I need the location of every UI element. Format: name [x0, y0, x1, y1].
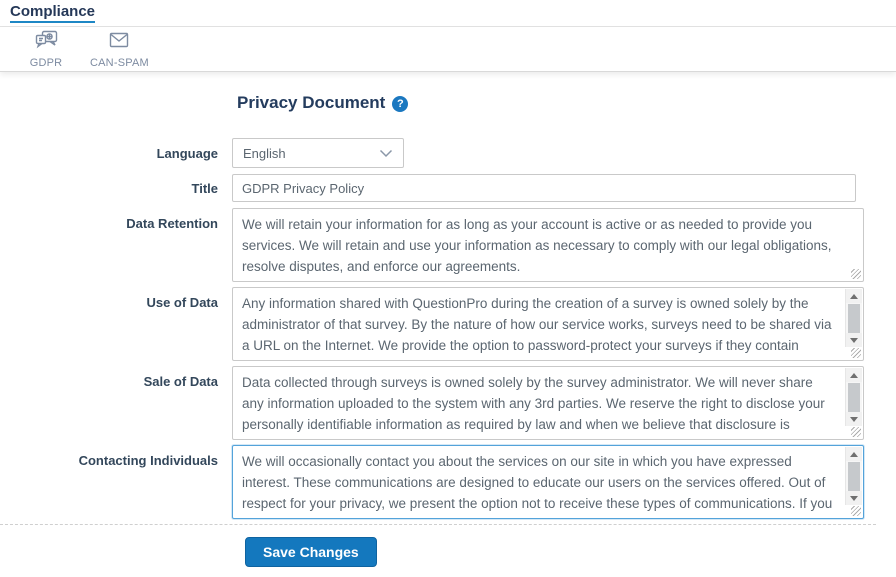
- language-selected-value: English: [243, 146, 286, 161]
- scroll-down-button[interactable]: [846, 412, 862, 426]
- use-of-data-field: Any information shared with QuestionPro …: [232, 287, 864, 361]
- data-retention-row: Data Retention We will retain your infor…: [0, 208, 896, 282]
- privacy-document-form: Language English Title Data Retention We…: [0, 138, 896, 519]
- page-title-row: Privacy Document ?: [237, 93, 896, 113]
- title-row: Title: [0, 174, 896, 202]
- resize-grip-icon[interactable]: [851, 269, 861, 279]
- tab-gdpr[interactable]: GDPR: [24, 30, 68, 69]
- textarea-scrollbar[interactable]: [845, 289, 862, 347]
- arrow-up-icon: [850, 294, 858, 299]
- resize-grip-icon[interactable]: [851, 348, 861, 358]
- tab-can-spam-label: CAN-SPAM: [90, 57, 149, 69]
- contacting-individuals-textarea[interactable]: We will occasionally contact you about t…: [233, 446, 863, 518]
- breadcrumb-bar: Compliance: [0, 0, 896, 27]
- contacting-individuals-row: Contacting Individuals We will occasiona…: [0, 445, 896, 519]
- data-retention-textarea[interactable]: We will retain your information for as l…: [233, 209, 863, 281]
- language-select[interactable]: English: [232, 138, 404, 168]
- arrow-up-icon: [850, 373, 858, 378]
- save-changes-button[interactable]: Save Changes: [245, 537, 377, 567]
- contacting-individuals-label: Contacting Individuals: [0, 445, 232, 519]
- language-row: Language English: [0, 138, 896, 168]
- help-icon[interactable]: ?: [392, 96, 408, 112]
- chevron-down-icon: [379, 146, 393, 161]
- compliance-link[interactable]: Compliance: [10, 3, 95, 23]
- tab-gdpr-label: GDPR: [30, 57, 63, 69]
- envelope-icon: [107, 30, 131, 55]
- scroll-down-button[interactable]: [846, 333, 862, 347]
- sale-of-data-label: Sale of Data: [0, 366, 232, 440]
- title-input[interactable]: [232, 174, 856, 202]
- arrow-down-icon: [850, 496, 858, 501]
- arrow-up-icon: [850, 452, 858, 457]
- scroll-down-button[interactable]: [846, 491, 862, 505]
- data-retention-field: We will retain your information for as l…: [232, 208, 864, 282]
- use-of-data-row: Use of Data Any information shared with …: [0, 287, 896, 361]
- resize-grip-icon[interactable]: [851, 506, 861, 516]
- page-title: Privacy Document: [237, 93, 385, 113]
- sale-of-data-field: Data collected through surveys is owned …: [232, 366, 864, 440]
- scroll-thumb[interactable]: [848, 383, 860, 412]
- scroll-up-button[interactable]: [846, 447, 862, 461]
- textarea-scrollbar[interactable]: [845, 447, 862, 505]
- sale-of-data-row: Sale of Data Data collected through surv…: [0, 366, 896, 440]
- use-of-data-label: Use of Data: [0, 287, 232, 361]
- use-of-data-textarea[interactable]: Any information shared with QuestionPro …: [233, 288, 863, 360]
- contacting-individuals-field: We will occasionally contact you about t…: [232, 445, 864, 519]
- dashed-separator: [0, 524, 876, 525]
- scroll-thumb[interactable]: [848, 304, 860, 333]
- arrow-down-icon: [850, 338, 858, 343]
- gdpr-chat-bubbles-icon: [35, 30, 58, 55]
- compliance-toolbar: GDPR CAN-SPAM: [0, 27, 896, 72]
- language-label: Language: [0, 138, 232, 168]
- textarea-scrollbar[interactable]: [845, 368, 862, 426]
- sale-of-data-textarea[interactable]: Data collected through surveys is owned …: [233, 367, 863, 439]
- resize-grip-icon[interactable]: [851, 427, 861, 437]
- scroll-thumb[interactable]: [848, 462, 860, 491]
- scroll-up-button[interactable]: [846, 368, 862, 382]
- tab-can-spam[interactable]: CAN-SPAM: [90, 30, 149, 69]
- scroll-up-button[interactable]: [846, 289, 862, 303]
- arrow-down-icon: [850, 417, 858, 422]
- data-retention-label: Data Retention: [0, 208, 232, 282]
- title-label: Title: [0, 174, 232, 202]
